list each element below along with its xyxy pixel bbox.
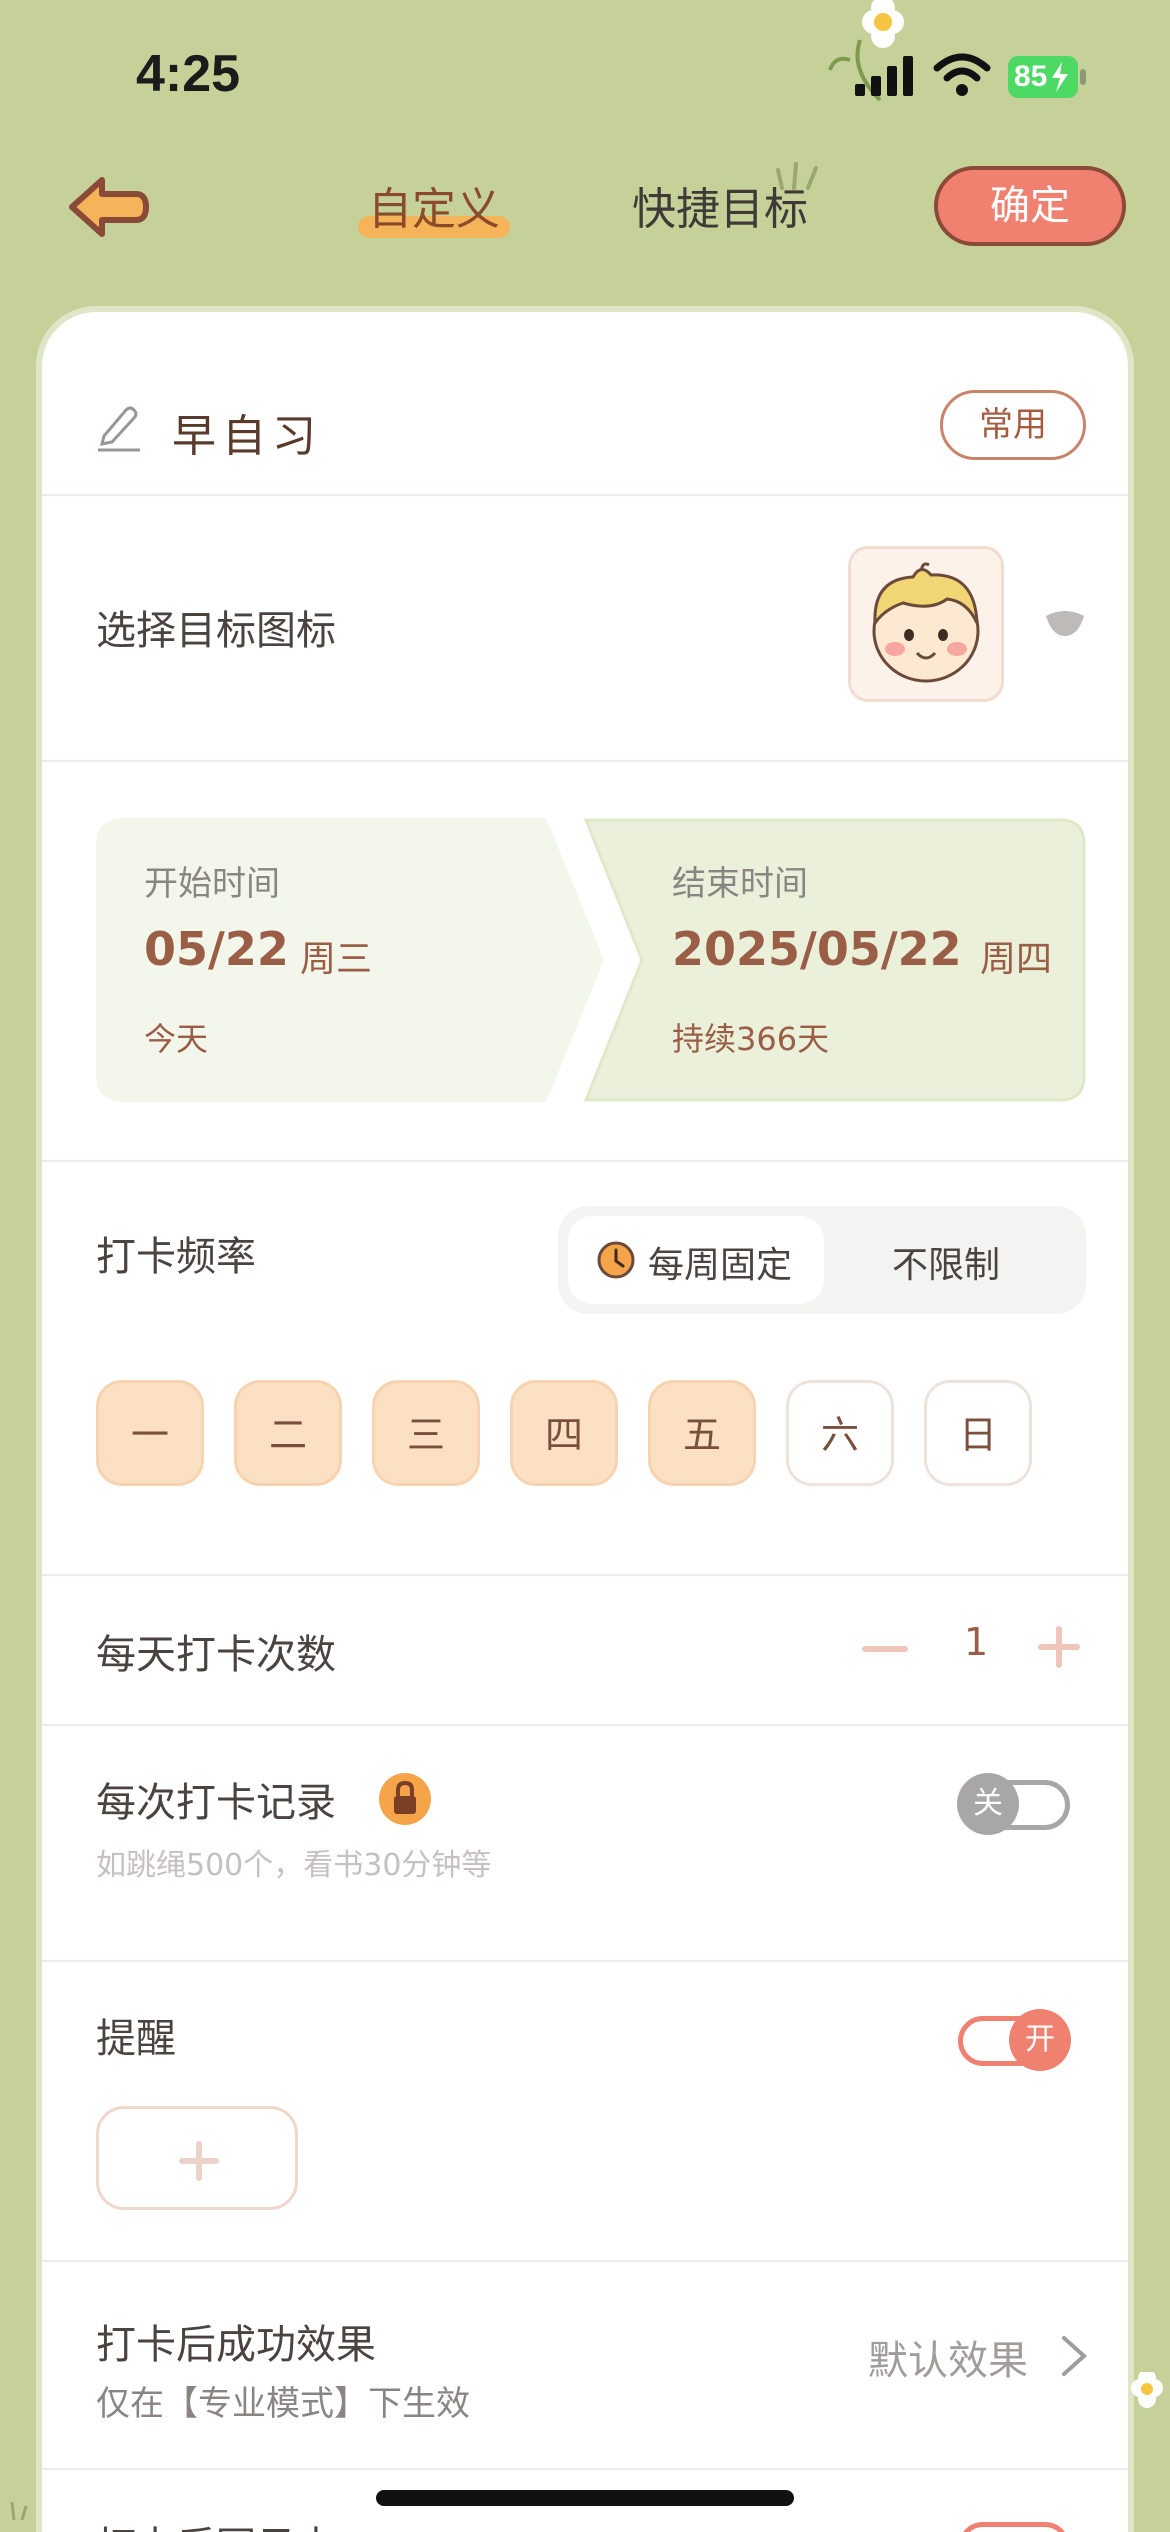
decrement-button[interactable] — [862, 1646, 908, 1652]
frequency-option-weekly[interactable]: 每周固定 — [568, 1216, 824, 1304]
divider — [42, 1574, 1128, 1576]
day-friday-button[interactable]: 五 — [648, 1380, 756, 1486]
clock-icon — [597, 1241, 635, 1279]
status-bar: 4:25 85 — [0, 0, 1170, 150]
tab-custom-label: 自定义 — [368, 184, 500, 235]
record-toggle-knob: 关 — [957, 1773, 1019, 1835]
reminder-toggle[interactable]: 开 — [958, 2009, 1071, 2071]
day-saturday-button[interactable]: 六 — [786, 1380, 894, 1486]
end-time-label: 结束时间 — [672, 864, 808, 904]
divider — [42, 2260, 1128, 2262]
divider — [42, 1960, 1128, 1962]
divider — [42, 2468, 1128, 2470]
tab-custom[interactable]: 自定义 — [358, 180, 510, 240]
back-arrow-icon[interactable] — [66, 172, 152, 242]
wifi-icon — [933, 53, 991, 96]
divider — [42, 760, 1128, 762]
increment-plus-icon[interactable] — [1036, 1624, 1082, 1670]
battery-indicator: 85 — [1008, 56, 1088, 98]
end-weekday: 周四 — [980, 939, 1053, 980]
reminder-toggle-knob: 开 — [1009, 2009, 1071, 2071]
start-sub: 今天 — [144, 1020, 209, 1058]
daily-count-label: 每天打卡次数 — [96, 1632, 336, 1678]
end-sub: 持续366天 — [672, 1020, 830, 1058]
divider — [42, 1160, 1128, 1162]
home-indicator[interactable] — [376, 2490, 794, 2506]
success-effect-label: 打卡后成功效果 — [96, 2322, 376, 2368]
divider — [42, 494, 1128, 496]
journal-toggle[interactable] — [958, 2522, 1070, 2532]
start-time-panel[interactable]: 开始时间 05/22 周三 今天 — [96, 818, 606, 1102]
day-monday-button[interactable]: 一 — [96, 1380, 204, 1486]
frequency-option-unlimited[interactable]: 不限制 — [892, 1236, 1000, 1288]
select-icon-label: 选择目标图标 — [96, 608, 336, 654]
flower-decoration-icon — [1131, 2372, 1163, 2408]
day-tuesday-button[interactable]: 二 — [234, 1380, 342, 1486]
daily-count-value: 1 — [964, 1620, 989, 1664]
dropdown-arrow-icon[interactable] — [1044, 610, 1086, 638]
lock-icon — [379, 1773, 431, 1825]
pencil-edit-icon[interactable] — [96, 402, 142, 452]
chevron-right-icon[interactable] — [1060, 2334, 1088, 2378]
journal-after-checkin-label: 打卡后写日志 — [96, 2514, 336, 2532]
frequency-option-weekly-label: 每周固定 — [648, 1245, 793, 1286]
day-thursday-button[interactable]: 四 — [510, 1380, 618, 1486]
tab-quick-goal-label: 快捷目标 — [632, 184, 808, 235]
reminder-label: 提醒 — [96, 2016, 176, 2062]
cellular-signal-icon — [855, 56, 913, 96]
record-hint: 如跳绳500个，看书30分钟等 — [96, 1848, 492, 1883]
goal-name-input[interactable]: 早自习 — [172, 400, 322, 464]
record-toggle[interactable]: 关 — [957, 1773, 1070, 1835]
frequency-segmented-control: 每周固定 不限制 — [558, 1206, 1086, 1314]
day-sunday-button[interactable]: 日 — [924, 1380, 1032, 1486]
end-time-panel[interactable]: 结束时间 2025/05/22 周四 持续366天 — [572, 818, 1086, 1102]
status-time: 4:25 — [136, 45, 241, 103]
day-wednesday-button[interactable]: 三 — [372, 1380, 480, 1486]
frequency-label: 打卡频率 — [96, 1234, 256, 1280]
goal-name-row: 早自习 常用 — [96, 382, 1086, 472]
record-label: 每次打卡记录 — [96, 1780, 336, 1826]
start-weekday: 周三 — [300, 939, 373, 980]
divider — [42, 1724, 1128, 1726]
add-reminder-button[interactable] — [96, 2106, 298, 2210]
common-goals-button[interactable]: 常用 — [940, 390, 1086, 460]
tab-quick-goal[interactable]: 快捷目标 — [632, 180, 808, 240]
boy-avatar-icon — [872, 562, 980, 683]
success-effect-value[interactable]: 默认效果 — [868, 2328, 1028, 2386]
battery-percent: 85 — [1014, 60, 1048, 93]
grass-decoration-icon — [10, 2501, 28, 2520]
confirm-button[interactable]: 确定 — [934, 166, 1126, 246]
goal-settings-card: 早自习 常用 选择目标图标 开始时间 05/22 周三 今天 结束时间 2025… — [36, 306, 1134, 2532]
start-time-label: 开始时间 — [144, 864, 280, 904]
plus-icon — [179, 2141, 219, 2181]
success-effect-hint: 仅在【专业模式】下生效 — [96, 2384, 470, 2424]
start-date: 05/22 — [144, 922, 289, 976]
end-date: 2025/05/22 — [672, 922, 962, 976]
time-range-panels: 开始时间 05/22 周三 今天 结束时间 2025/05/22 周四 持续36… — [96, 818, 1086, 1102]
goal-icon-picker[interactable] — [848, 546, 1004, 702]
